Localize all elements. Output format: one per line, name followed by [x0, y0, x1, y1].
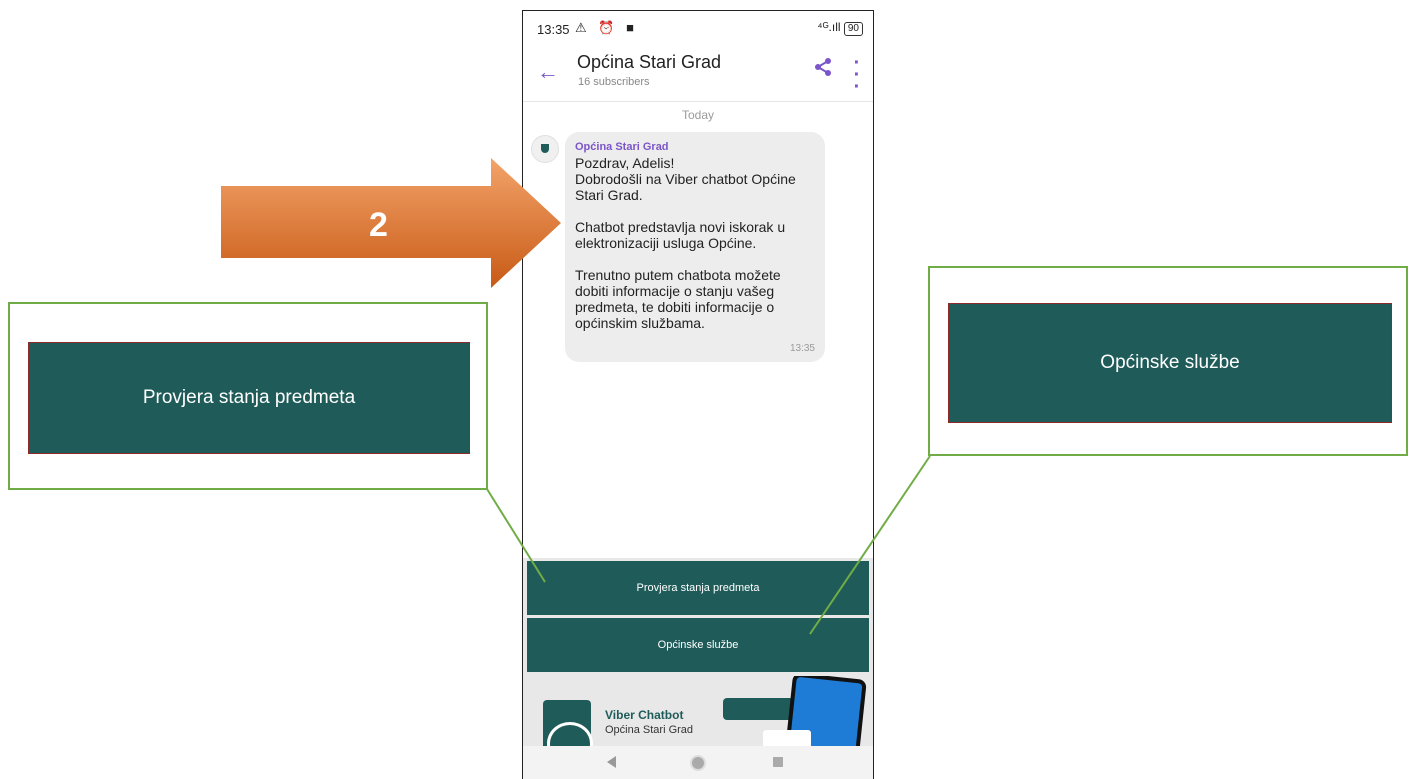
callout-connectors: [486, 455, 931, 635]
